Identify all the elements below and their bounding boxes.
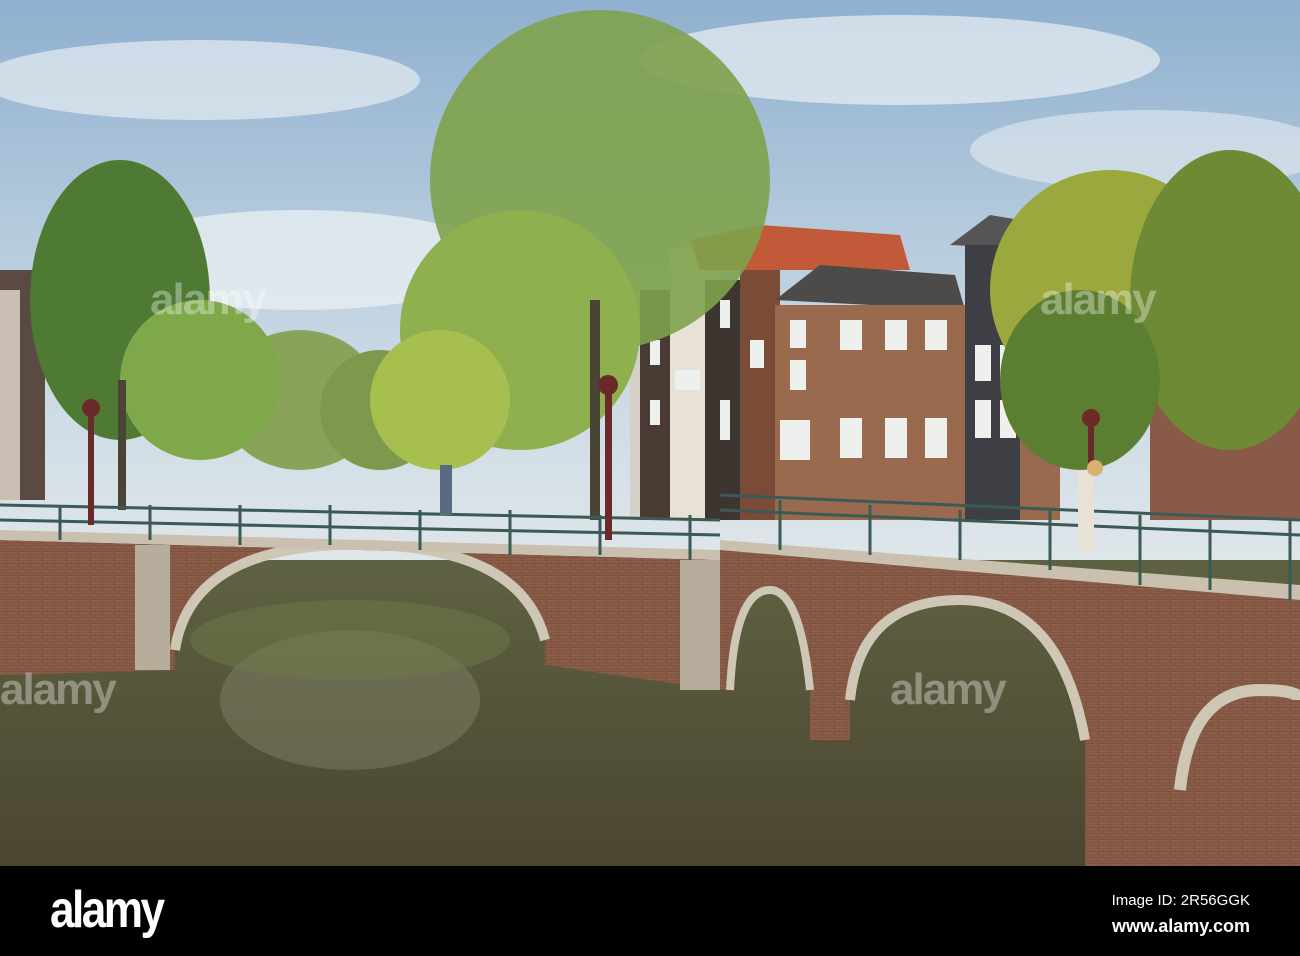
- watermark: alamy: [890, 665, 1007, 714]
- watermark: alamy: [1040, 275, 1157, 324]
- watermark: alamy: [0, 665, 117, 714]
- image-id: Image ID: 2R56GGK: [1111, 892, 1250, 909]
- watermark: alamy: [150, 275, 267, 324]
- canal-bridge-photo: [0, 0, 1300, 866]
- alamy-logo[interactable]: alamy: [50, 880, 165, 940]
- footer-bar: alamy Image ID: 2R56GGK www.alamy.com: [0, 866, 1300, 956]
- website-link[interactable]: www.alamy.com: [1112, 916, 1250, 937]
